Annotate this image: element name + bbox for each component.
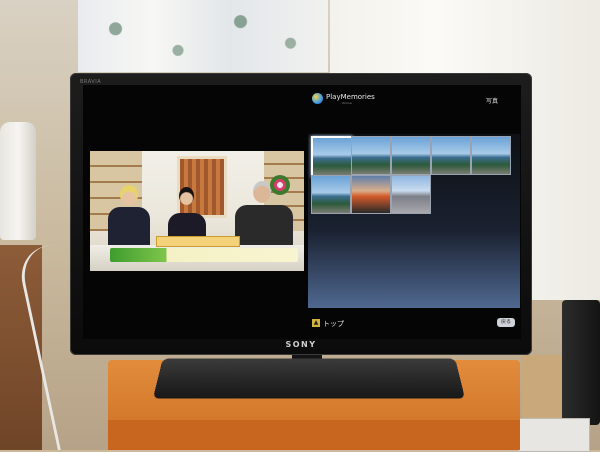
playmemories-logo-icon: [312, 93, 323, 104]
back-button[interactable]: 戻る: [497, 318, 515, 327]
photo-thumbnail[interactable]: [391, 175, 431, 214]
screen-footer: ▲ トップ 戻る: [83, 316, 521, 332]
photo-panel: [308, 134, 520, 308]
cardboard-box: [522, 355, 564, 425]
presenter-person: [235, 205, 293, 247]
top-label[interactable]: トップ: [323, 319, 344, 329]
photo-thumbnail[interactable]: [391, 136, 431, 175]
presenter-head: [253, 181, 271, 203]
rice-cooker: [0, 122, 36, 240]
curtain-left: [78, 0, 328, 72]
presenter-person: [108, 207, 150, 247]
tv-screen: PlayMemories Online 写真 ▲ トップ 戻る: [83, 85, 521, 339]
tv-program-video: [90, 151, 304, 271]
top-button-icon[interactable]: ▲: [312, 319, 320, 327]
program-caption-small: [156, 236, 240, 247]
flower-arrangement: [270, 175, 290, 195]
presenter-head: [120, 185, 138, 205]
program-caption-main: [110, 248, 298, 262]
playmemories-subtitle: Online: [342, 101, 352, 105]
screen-header: PlayMemories Online 写真: [83, 85, 521, 113]
photo-thumbnail[interactable]: [351, 175, 391, 214]
photo-thumbnail[interactable]: [431, 136, 471, 175]
tv-stand: [152, 358, 466, 399]
tv-table-front: [108, 420, 520, 450]
playmemories-title: PlayMemories: [326, 93, 375, 101]
speaker: [562, 300, 600, 425]
photo-thumbnail[interactable]: [351, 136, 391, 175]
photo-thumbnail[interactable]: [311, 136, 353, 177]
television: BRAVIA PlayMemories Online 写真 ▲ トップ 戻る S…: [70, 73, 532, 355]
photo-thumbnail[interactable]: [311, 175, 351, 214]
presenter-head: [179, 187, 194, 205]
sony-logo: SONY: [285, 340, 317, 349]
section-label: 写真: [486, 98, 499, 105]
white-device: [518, 418, 590, 452]
photo-thumbnail[interactable]: [471, 136, 511, 175]
